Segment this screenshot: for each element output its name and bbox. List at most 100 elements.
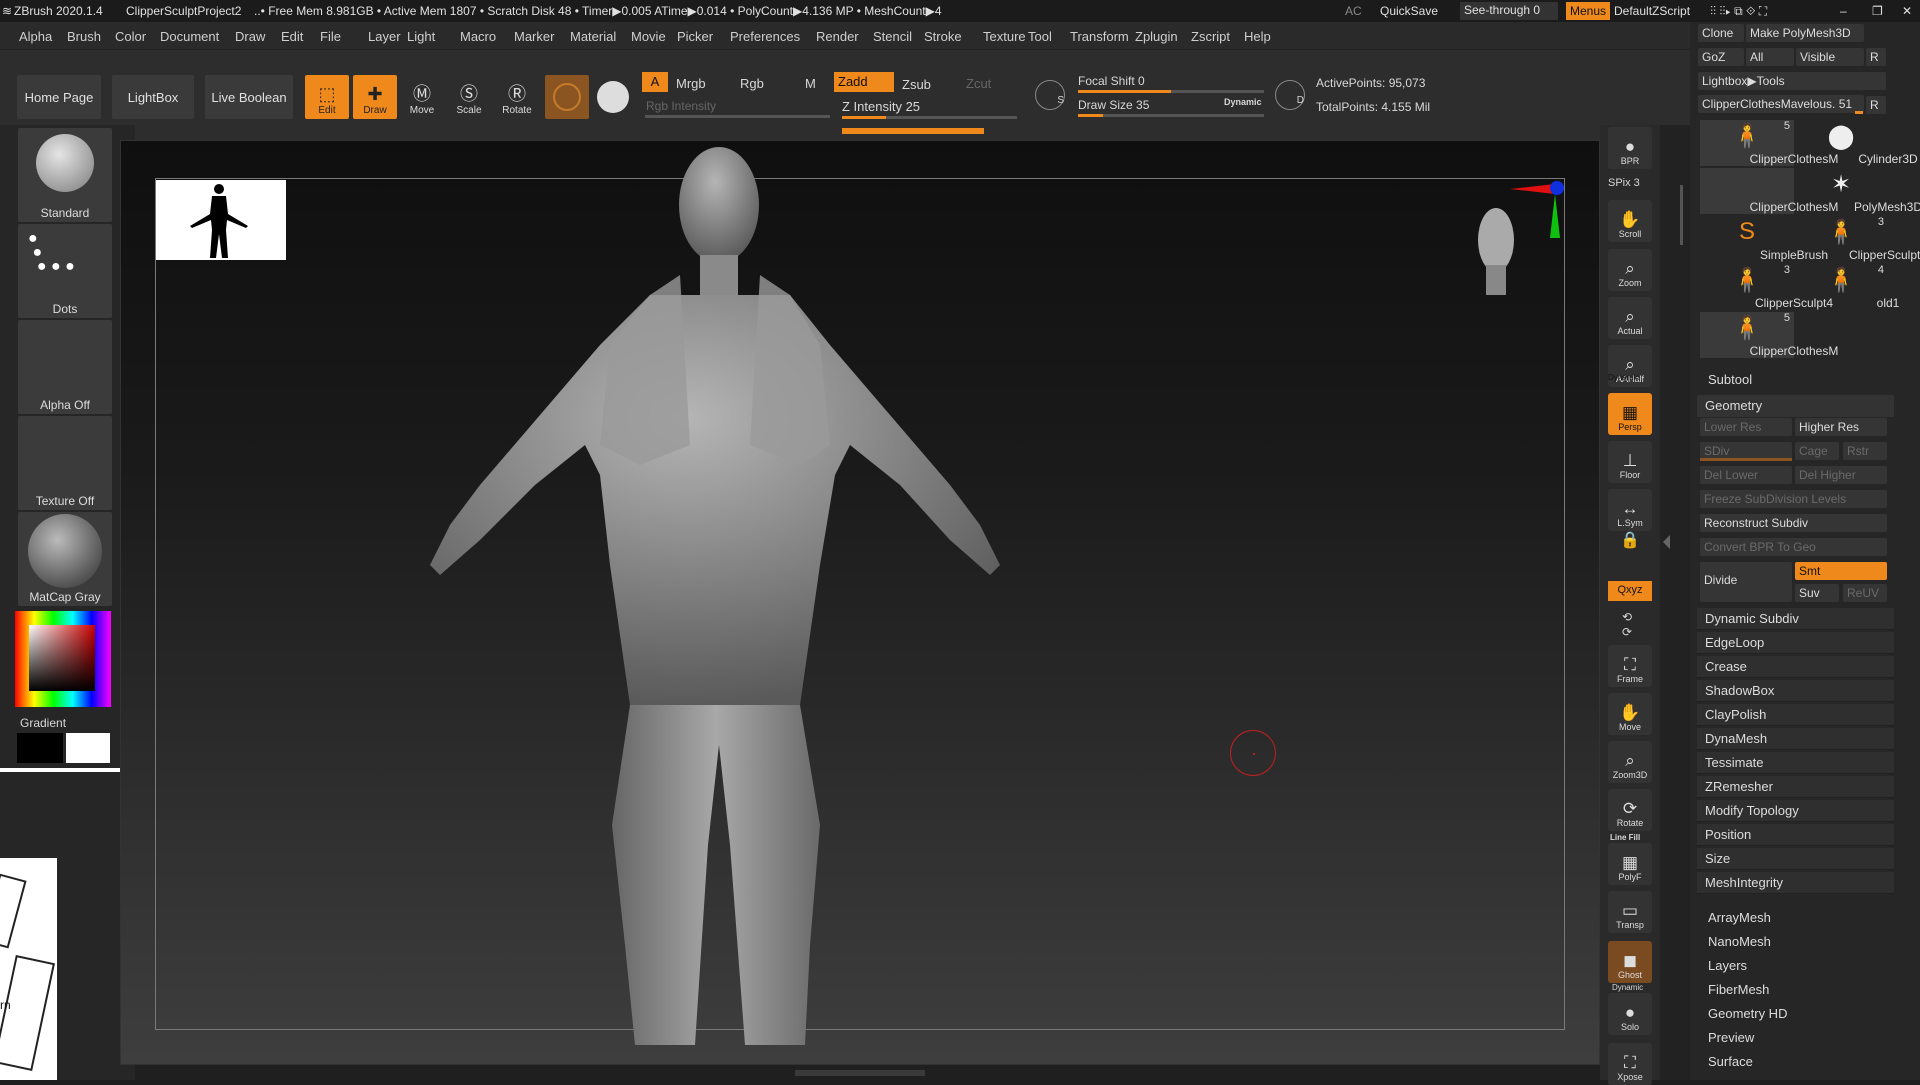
palette-section[interactable]: Layers	[1708, 958, 1747, 973]
move-button[interactable]: ✋ Move	[1608, 693, 1652, 735]
axis-gizmo[interactable]	[1510, 180, 1570, 240]
menu-transform[interactable]: Transform	[1070, 29, 1129, 44]
tool-thumbnail[interactable]: 🧍 5 ClipperClothesM	[1700, 120, 1838, 166]
geometry-item[interactable]: Crease	[1697, 656, 1894, 678]
geometry-item[interactable]: ClayPolish	[1697, 704, 1894, 726]
divide-button[interactable]: Divide	[1700, 562, 1792, 602]
menu-macro[interactable]: Macro	[460, 29, 496, 44]
polyf-button[interactable]: ▦ PolyF	[1608, 843, 1652, 885]
geometry-item[interactable]: ShadowBox	[1697, 680, 1894, 702]
menu-tool[interactable]: Tool	[1028, 29, 1052, 44]
draw-d-icon[interactable]: D	[1275, 80, 1305, 110]
zcut-toggle[interactable]: Zcut	[966, 76, 991, 91]
menu-alpha[interactable]: Alpha	[19, 29, 52, 44]
gyro-icon[interactable]: ⟳	[1622, 625, 1632, 639]
restore-icon[interactable]: ❐	[1872, 4, 1883, 18]
move-button[interactable]: Ⓜ Move	[400, 75, 444, 119]
a-toggle[interactable]: A	[642, 72, 668, 92]
geometry-item[interactable]: Position	[1697, 824, 1894, 846]
menus-toggle[interactable]: Menus	[1566, 2, 1611, 20]
ac-label[interactable]: AC	[1345, 4, 1362, 18]
palette-section[interactable]: NanoMesh	[1708, 934, 1771, 949]
menu-texture[interactable]: Texture	[983, 29, 1026, 44]
del-higher-button[interactable]: Del Higher	[1795, 466, 1887, 484]
menu-layer[interactable]: Layer	[368, 29, 401, 44]
visible-button[interactable]: Visible	[1796, 48, 1864, 66]
material-sphere-button[interactable]	[545, 75, 589, 119]
lower-res-button[interactable]: Lower Res	[1700, 418, 1792, 436]
layout-icons[interactable]: ⫶⫶ ⫶⫶▸ ⧉ ⟐ ⛶	[1710, 4, 1767, 19]
lightbox-tools-button[interactable]: Lightbox▶Tools	[1698, 72, 1886, 90]
menu-preferences[interactable]: Preferences	[730, 29, 800, 44]
see-through-slider[interactable]: See-through 0	[1460, 2, 1558, 20]
xpose-button[interactable]: ⛶ Xpose	[1608, 1043, 1652, 1085]
navigation-thumbnail[interactable]	[156, 180, 286, 260]
menu-render[interactable]: Render	[816, 29, 859, 44]
draw-button[interactable]: ✚ Draw	[353, 75, 397, 119]
menu-help[interactable]: Help	[1244, 29, 1271, 44]
bpr-button[interactable]: ● BPR	[1608, 127, 1652, 169]
solo-button[interactable]: ● Solo	[1608, 993, 1652, 1035]
dynamic-toggle[interactable]: Dynamic	[1224, 97, 1262, 107]
clone-button[interactable]: Clone	[1698, 24, 1744, 42]
menu-light[interactable]: Light	[407, 29, 435, 44]
menu-stencil[interactable]: Stencil	[873, 29, 912, 44]
menu-brush[interactable]: Brush	[67, 29, 101, 44]
quicksave-button[interactable]: QuickSave	[1380, 4, 1438, 18]
palette-section[interactable]: Surface	[1708, 1054, 1753, 1069]
lsym-button[interactable]: ↔ L.Sym	[1608, 489, 1652, 531]
m-toggle[interactable]: M	[805, 76, 816, 91]
del-lower-button[interactable]: Del Lower	[1700, 466, 1792, 484]
subtool-section[interactable]: Subtool	[1708, 372, 1752, 387]
lightbox-button[interactable]: LightBox	[112, 75, 194, 119]
ghost-button[interactable]: ◼ Ghost	[1608, 941, 1652, 983]
menu-color[interactable]: Color	[115, 29, 146, 44]
tool-thumbnail[interactable]: 🧍 4 old1	[1794, 264, 1899, 310]
panel-scrollbar[interactable]	[1680, 185, 1683, 245]
menu-marker[interactable]: Marker	[514, 29, 554, 44]
stroke-thumbnail[interactable]: ● ● ● ● ● Dots	[18, 224, 112, 318]
r-button[interactable]: R	[1866, 48, 1886, 66]
brush-thumbnail[interactable]: Standard	[18, 128, 112, 222]
live-boolean-button[interactable]: Live Boolean	[205, 75, 293, 119]
suv-toggle[interactable]: Suv	[1795, 584, 1839, 602]
minimize-icon[interactable]: ‒	[1840, 4, 1847, 18]
collapse-arrow-icon[interactable]	[1663, 535, 1670, 549]
higher-res-button[interactable]: Higher Res	[1795, 418, 1887, 436]
tool-thumbnail[interactable]: ⬤ Cylinder3D	[1794, 120, 1918, 166]
texture-thumbnail[interactable]: Texture Off	[18, 416, 112, 510]
tool-thumbnail[interactable]: ClipperClothesM	[1700, 168, 1838, 214]
menu-material[interactable]: Material	[570, 29, 616, 44]
menu-document[interactable]: Document	[160, 29, 219, 44]
edit-button[interactable]: ⬚ Edit	[305, 75, 349, 119]
local-rotate-icon[interactable]: ⟲	[1622, 610, 1632, 624]
alpha-thumbnail[interactable]: Alpha Off	[18, 320, 112, 414]
main-color-swatch[interactable]	[66, 733, 110, 763]
tool-r-button[interactable]: R	[1866, 96, 1886, 114]
zsub-toggle[interactable]: Zsub	[902, 77, 931, 92]
menu-draw[interactable]: Draw	[235, 29, 265, 44]
menu-movie[interactable]: Movie	[631, 29, 666, 44]
palette-section[interactable]: Geometry HD	[1708, 1006, 1787, 1021]
rstr-button[interactable]: Rstr	[1843, 442, 1887, 460]
actual-button[interactable]: ⌕ Actual	[1608, 297, 1652, 339]
convert-bpr-button[interactable]: Convert BPR To Geo	[1700, 538, 1887, 556]
palette-section[interactable]: Preview	[1708, 1030, 1754, 1045]
palette-section[interactable]: FiberMesh	[1708, 982, 1769, 997]
color-picker[interactable]	[15, 611, 111, 707]
rotate-button[interactable]: Ⓡ Rotate	[495, 75, 539, 119]
focal-shift-slider[interactable]	[1078, 90, 1264, 93]
geometry-item[interactable]: Size	[1697, 848, 1894, 870]
geometry-item[interactable]: Modify Topology	[1697, 800, 1894, 822]
freeze-subdiv-button[interactable]: Freeze SubDivision Levels	[1700, 490, 1887, 508]
menu-picker[interactable]: Picker	[677, 29, 713, 44]
material-thumbnail[interactable]: MatCap Gray	[18, 512, 112, 606]
current-tool-slider[interactable]: ClipperClothesMavelous. 51	[1698, 95, 1864, 113]
color-mode-icon[interactable]	[597, 81, 629, 113]
reuv-toggle[interactable]: ReUV	[1843, 584, 1887, 602]
default-zscript-button[interactable]: DefaultZScript	[1614, 4, 1690, 18]
z-intensity-slider[interactable]	[842, 116, 1017, 119]
tool-thumbnail[interactable]: 🧍 5 ClipperClothesM	[1700, 312, 1838, 358]
palette-section[interactable]: ArrayMesh	[1708, 910, 1771, 925]
draw-size-slider[interactable]	[1078, 114, 1264, 117]
